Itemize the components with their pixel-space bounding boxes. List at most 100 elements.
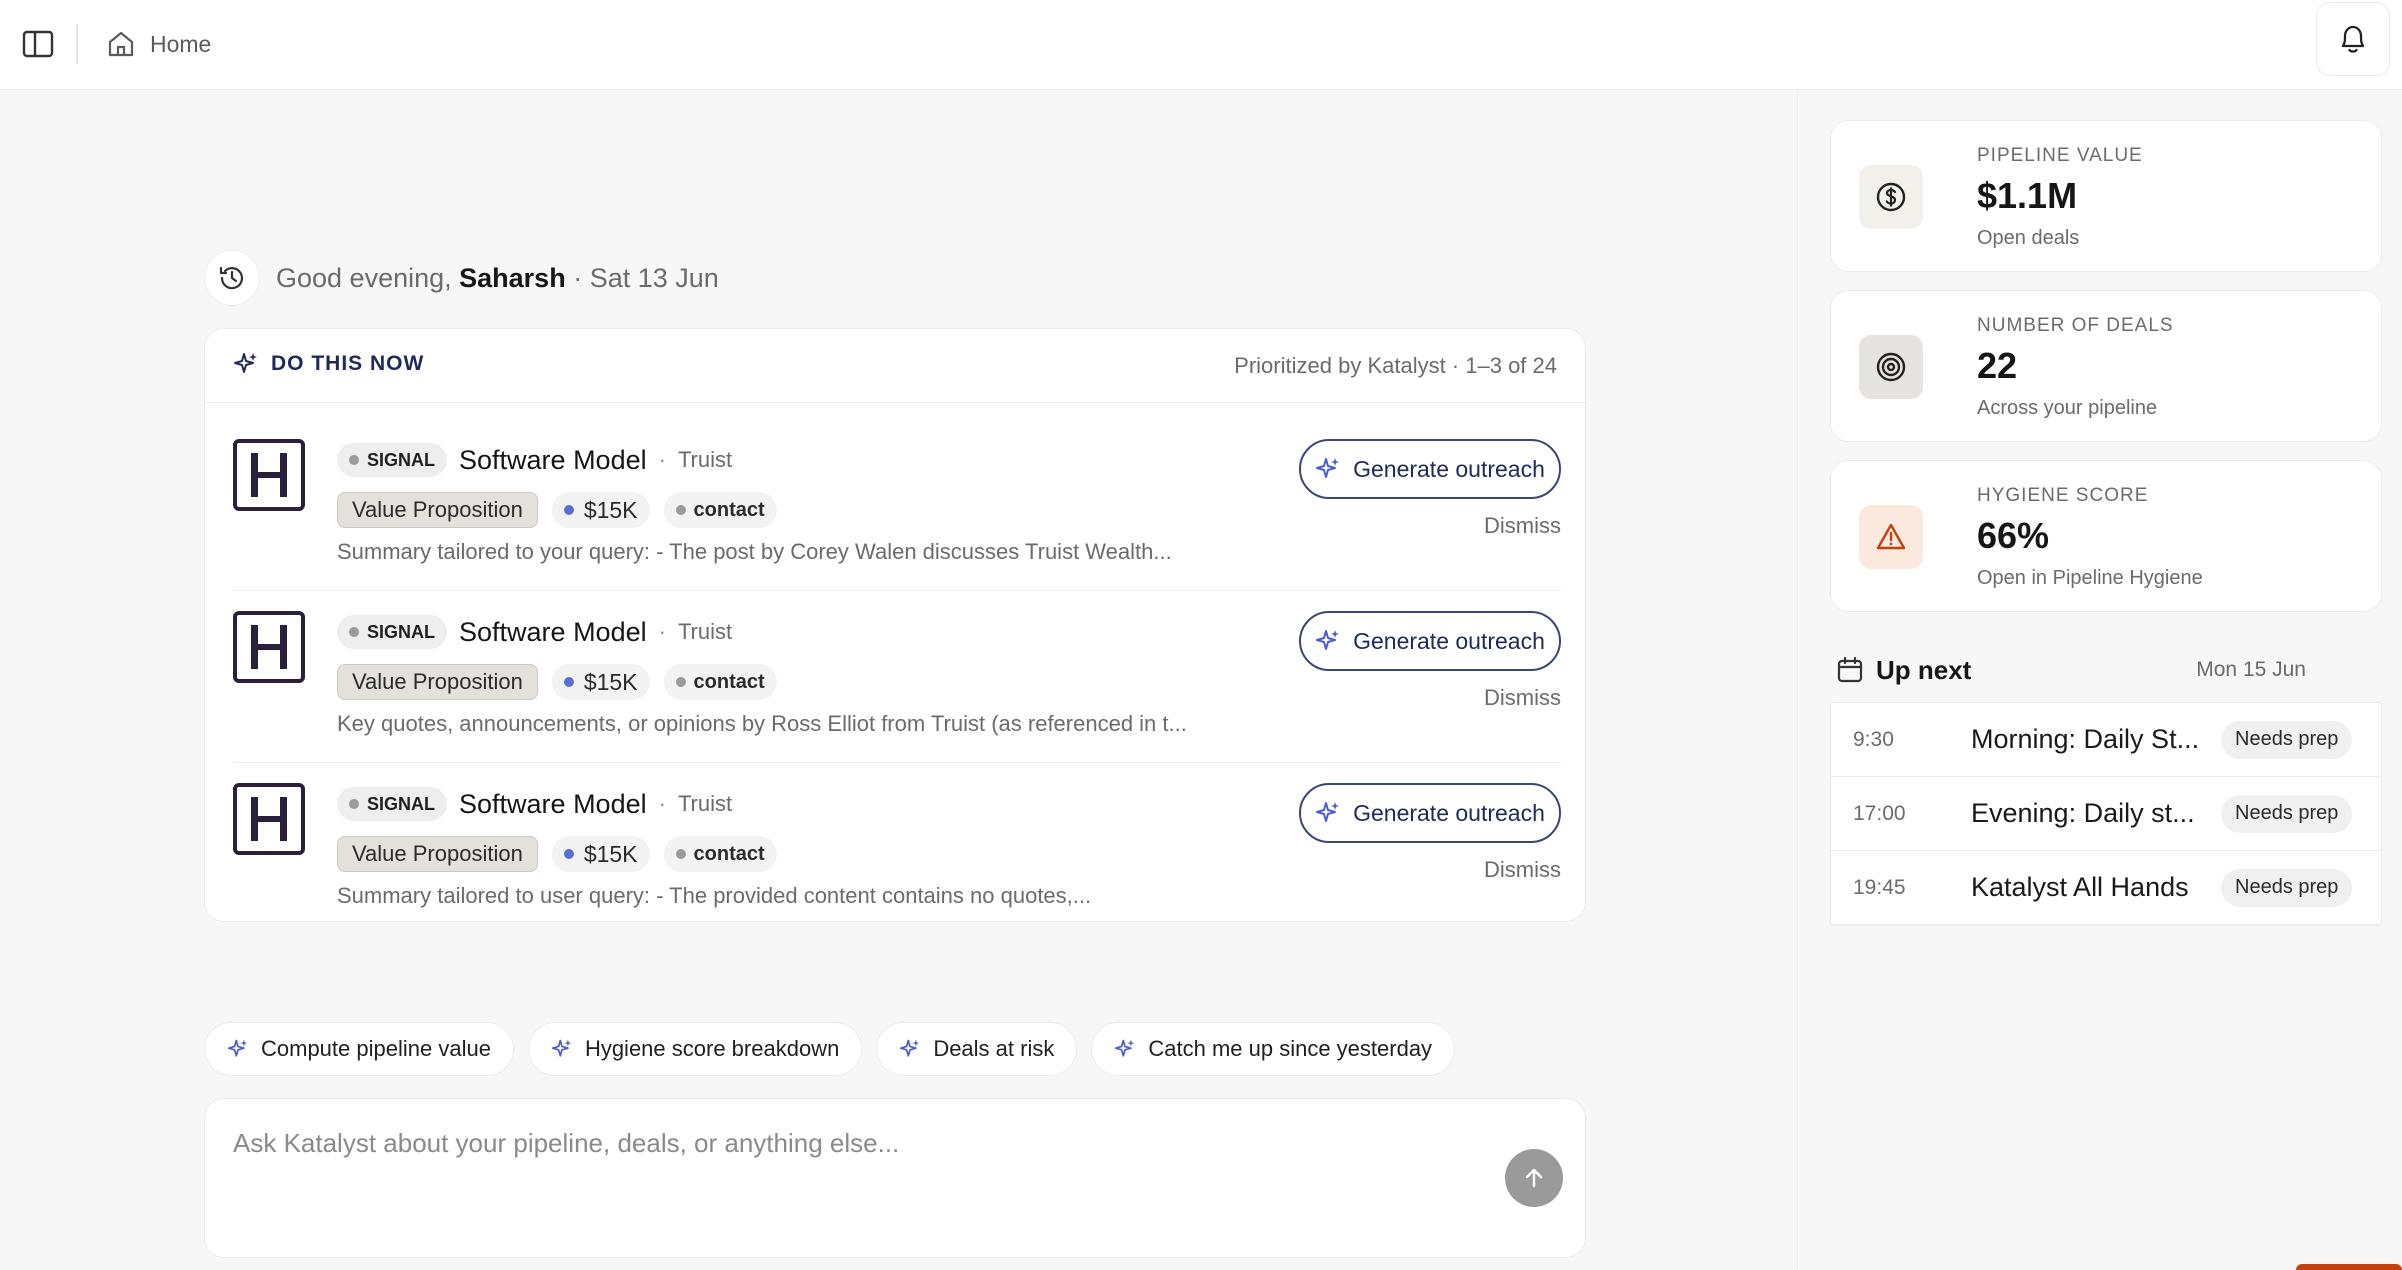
- greeting-date: · Sat 13 Jun: [565, 262, 719, 293]
- stat-card-number-of-deals[interactable]: NUMBER OF DEALS 22 Across your pipeline: [1830, 290, 2382, 442]
- contact-dot: [675, 505, 686, 515]
- stat-value: 22: [1977, 345, 2018, 386]
- separator-dot: ·: [658, 447, 666, 472]
- contact-badge: contact: [663, 836, 777, 872]
- stat-value: 66%: [1977, 515, 2050, 556]
- chip-label: Catch me up since yesterday: [1148, 1036, 1433, 1061]
- event-title: Morning: Daily St...: [1971, 724, 2200, 754]
- separator-dot: ·: [658, 791, 666, 816]
- signal-title-line: SIGNAL Software Model · Truist: [337, 785, 732, 823]
- chip-catch-me-up[interactable]: Catch me up since yesterday: [1091, 1022, 1456, 1076]
- generate-outreach-button[interactable]: Generate outreach: [1299, 439, 1561, 499]
- stat-label: PIPELINE VALUE: [1977, 145, 2143, 166]
- contact-label: contact: [693, 670, 765, 693]
- history-icon: [219, 266, 244, 290]
- up-next-title: Up next: [1876, 654, 1972, 685]
- company-logo: [233, 611, 305, 683]
- generate-outreach-label: Generate outreach: [1353, 799, 1545, 826]
- deal-amount-badge: $15K: [551, 836, 650, 872]
- event-time: 19:45: [1853, 875, 1906, 899]
- contact-label: contact: [693, 498, 765, 521]
- tag-value-proposition: Value Proposition: [337, 836, 538, 872]
- signal-title-line: SIGNAL Software Model · Truist: [337, 613, 732, 651]
- notifications-button[interactable]: [2316, 2, 2390, 76]
- signal-title: Software Model: [459, 788, 647, 819]
- separator-dot: ·: [658, 619, 666, 644]
- company-name: Truist: [677, 791, 733, 816]
- amount-dot: [563, 677, 574, 687]
- signal-badge-label: SIGNAL: [367, 793, 436, 814]
- greeting-prefix: Good evening,: [276, 262, 460, 293]
- contact-label: contact: [693, 842, 765, 865]
- sparkle-icon: [1316, 630, 1340, 650]
- signal-summary: Summary tailored to user query: - The pr…: [337, 883, 1092, 908]
- signal-summary: Summary tailored to your query: - The po…: [337, 539, 1172, 564]
- sparkle-icon: [1115, 1039, 1135, 1057]
- generate-outreach-button[interactable]: Generate outreach: [1299, 611, 1561, 671]
- contact-badge: contact: [663, 492, 777, 528]
- breadcrumb-home: Home: [150, 30, 212, 57]
- signal-title-line: SIGNAL Software Model · Truist: [337, 441, 732, 479]
- stat-label: HYGIENE SCORE: [1977, 485, 2149, 506]
- signal-tags: Value Proposition $15K contact: [337, 663, 777, 701]
- do-this-now-card: DO THIS NOW Prioritized by Katalyst · 1–…: [204, 328, 1586, 922]
- company-logo: [233, 783, 305, 855]
- suggestion-chips: Compute pipeline value Hygiene score bre…: [204, 1022, 1456, 1076]
- sparkle-icon: [227, 1039, 248, 1057]
- sparkle-icon: [1316, 802, 1340, 822]
- sparkle-icon: [234, 353, 257, 373]
- dismiss-button[interactable]: Dismiss: [1484, 857, 1561, 883]
- signal-summary: Key quotes, announcements, or opinions b…: [337, 711, 1187, 736]
- sidebar-toggle-button[interactable]: [20, 26, 56, 62]
- target-icon: [1876, 352, 1906, 382]
- event-row[interactable]: 17:00 Evening: Daily st... Needs prep: [1831, 777, 2381, 851]
- company-name: Truist: [677, 619, 733, 644]
- signal-badge-label: SIGNAL: [367, 621, 436, 642]
- floating-action-tab[interactable]: [2296, 1264, 2402, 1270]
- tag-value-proposition: Value Proposition: [337, 492, 538, 528]
- history-button[interactable]: [204, 250, 260, 306]
- up-next-list: 9:30 Morning: Daily St... Needs prep 17:…: [1830, 702, 2382, 926]
- stat-icon-wrap: [1859, 505, 1923, 569]
- tag-value-proposition: Value Proposition: [337, 664, 538, 700]
- sparkle-icon: [551, 1039, 572, 1057]
- dollar-icon: [1876, 182, 1906, 212]
- breadcrumb[interactable]: Home: [106, 24, 211, 64]
- needs-prep-badge: Needs prep: [2221, 720, 2353, 759]
- event-title: Evening: Daily st...: [1971, 798, 2195, 828]
- signal-badge: SIGNAL: [337, 615, 448, 649]
- signal-row: SIGNAL Software Model · Truist Value Pro…: [233, 591, 1561, 763]
- event-row[interactable]: 9:30 Morning: Daily St... Needs prep: [1831, 703, 2381, 777]
- stat-icon-wrap: [1859, 165, 1923, 229]
- right-panel: PIPELINE VALUE $1.1M Open deals NUMBER O…: [1797, 90, 2402, 1270]
- greeting-row: Good evening, Saharsh · Sat 13 Jun: [204, 250, 719, 306]
- chip-compute-pipeline-value[interactable]: Compute pipeline value: [204, 1022, 514, 1076]
- send-button[interactable]: [1505, 1149, 1563, 1207]
- topbar-divider: [76, 24, 78, 64]
- chip-hygiene-score-breakdown[interactable]: Hygiene score breakdown: [527, 1022, 863, 1076]
- stat-card-pipeline-value[interactable]: PIPELINE VALUE $1.1M Open deals: [1830, 120, 2382, 272]
- stat-card-hygiene-score[interactable]: HYGIENE SCORE 66% Open in Pipeline Hygie…: [1830, 460, 2382, 612]
- sparkle-icon: [900, 1039, 920, 1057]
- warning-icon: [1876, 523, 1906, 550]
- stat-value: $1.1M: [1977, 175, 2078, 216]
- dismiss-button[interactable]: Dismiss: [1484, 513, 1561, 539]
- dismiss-button[interactable]: Dismiss: [1484, 685, 1561, 711]
- deal-amount-badge: $15K: [551, 664, 650, 700]
- ask-box: [204, 1098, 1586, 1258]
- chip-label: Hygiene score breakdown: [584, 1036, 840, 1061]
- amount-dot: [563, 849, 574, 859]
- user-name: Saharsh: [459, 262, 566, 293]
- greeting-text: Good evening, Saharsh · Sat 13 Jun: [276, 263, 719, 294]
- event-row[interactable]: 19:45 Katalyst All Hands Needs prep: [1831, 851, 2381, 925]
- generate-outreach-button[interactable]: Generate outreach: [1299, 783, 1561, 843]
- chip-deals-at-risk[interactable]: Deals at risk: [876, 1022, 1078, 1076]
- needs-prep-badge: Needs prep: [2221, 868, 2353, 907]
- chip-label: Deals at risk: [933, 1036, 1055, 1061]
- ask-input[interactable]: [233, 1123, 1433, 1163]
- contact-dot: [675, 677, 686, 687]
- signal-dot: [349, 799, 359, 809]
- amount-dot: [563, 505, 574, 515]
- signal-title: Software Model: [459, 444, 647, 475]
- deal-amount: $15K: [583, 668, 638, 695]
